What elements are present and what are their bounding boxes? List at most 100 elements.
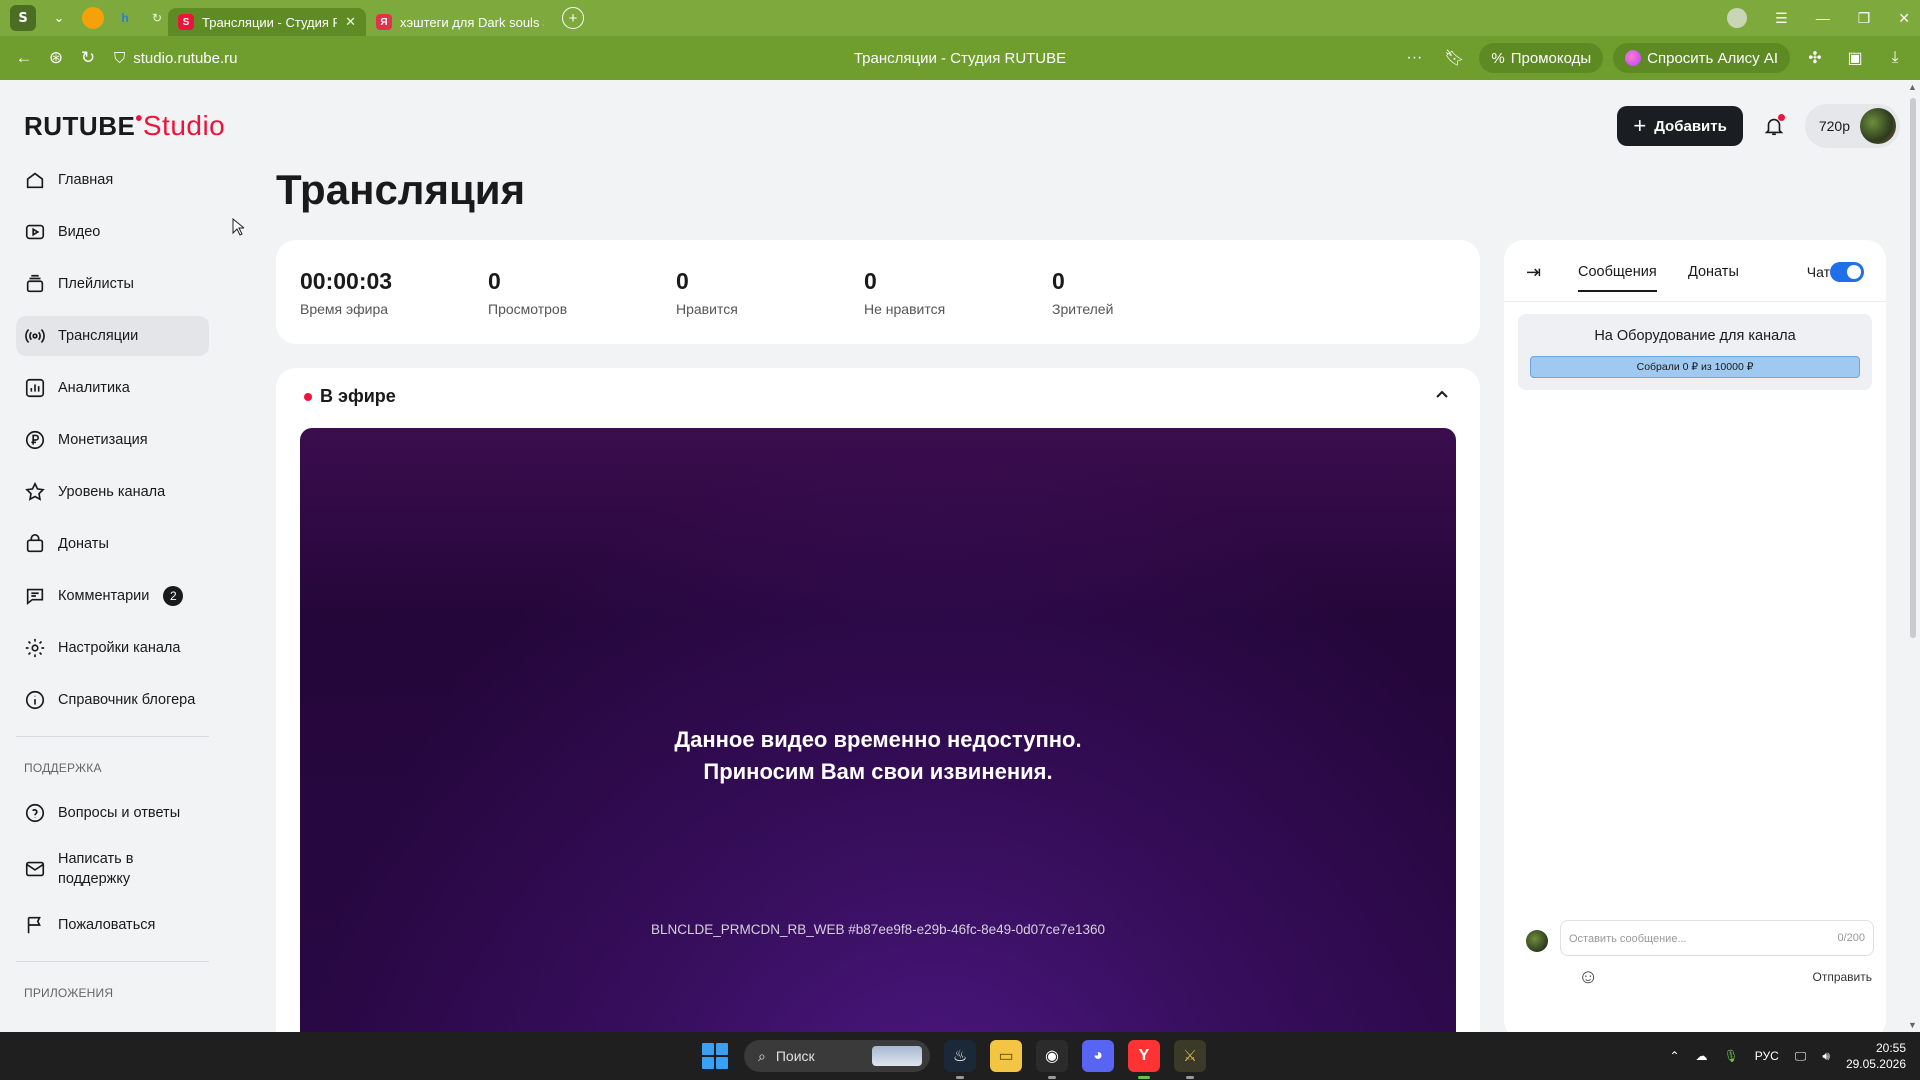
sidebar-item-home[interactable]: Главная [16,160,209,200]
steam-icon[interactable]: ♨ [944,1040,976,1079]
account-chip[interactable]: 720р [1804,104,1900,148]
windows-start-icon[interactable] [700,1041,730,1071]
collapse-chevron-up-icon[interactable] [1434,386,1450,407]
comments-count-badge: 2 [163,586,184,606]
bag-icon [26,534,44,553]
network-icon[interactable]: 🖵︎ [1795,1049,1807,1064]
send-button[interactable]: Отправить [1812,970,1872,984]
minimize-icon[interactable]: — [1816,10,1830,26]
reload-icon[interactable]: ↻ [72,48,104,68]
restore-icon[interactable]: ❐ [1858,10,1871,27]
sidebar-item-analytics[interactable]: Аналитика [16,368,209,408]
yandex-browser-icon[interactable]: Y [1128,1040,1160,1079]
tab-messages[interactable]: Сообщения [1578,264,1657,292]
percent-icon: % [1491,49,1505,67]
system-tray: ⌃ ☁ 🎙︎ РУС 🖵︎ 🔊︎ 20:55 29.05.2026 [1669,1032,1906,1080]
flag-icon [27,916,41,934]
tab-list-chevron-icon[interactable]: ⌄ [46,5,72,31]
scroll-down-arrow-icon[interactable]: ▼ [1908,1020,1917,1030]
game-icon[interactable]: ⚔ [1174,1040,1206,1079]
sidebar-item-channel-settings[interactable]: Настройки канала [16,628,209,668]
taskbar-search[interactable]: ⌕ Поиск [744,1040,930,1072]
file-explorer-icon[interactable]: ▭ [990,1040,1022,1072]
scroll-up-arrow-icon[interactable]: ▲ [1908,82,1917,92]
tab-dark-souls-hashtags[interactable]: Я хэштеги для Dark souls 3 [366,8,554,36]
rutube-studio-logo[interactable]: RUTUBE • Studio [24,108,226,142]
close-window-icon[interactable]: ✕ [1898,10,1910,27]
sidebar-item-report[interactable]: Пожаловаться [16,905,209,945]
sidebar-item-comments[interactable]: Комментарии 2 [16,576,209,616]
volume-icon[interactable]: 🔊︎ [1822,1049,1830,1064]
page-scrollbar[interactable]: ▲ ▼ [1906,80,1920,1032]
more-dots-icon[interactable]: ··· [1399,49,1429,67]
pinned-tab-h-icon[interactable]: h [114,7,136,29]
notifications-bell-icon[interactable] [1759,111,1789,141]
chat-toggle[interactable] [1830,262,1864,282]
sidebar-item-video[interactable]: Видео [16,212,209,252]
promo-codes-button[interactable]: % Промокоды [1479,43,1604,73]
discord-icon[interactable]: ◕ [1082,1040,1114,1072]
sidebar-item-monetization[interactable]: Монетизация [16,420,209,460]
new-tab-plus-icon[interactable]: + [562,7,584,29]
logo-product: Studio [142,110,226,141]
promo-label: Промокоды [1510,49,1592,67]
stat-value: 00:00:03 [300,268,393,294]
close-tab-icon[interactable]: ✕ [345,14,356,30]
pinned-tab-refresh-icon[interactable]: ↻ [146,7,168,29]
clock-time: 20:55 [1875,1041,1906,1055]
clock[interactable]: 20:55 29.05.2026 [1846,1040,1906,1072]
bookmark-icon[interactable]: 🔖︎ [1439,48,1469,68]
url-field[interactable]: ⛉ studio.rutube.ru [114,50,238,67]
stat-value: 0 [1052,268,1065,294]
stat-dislikes: 0 Не нравится [864,268,945,317]
tab-rutube-studio[interactable]: S Трансляции - Студия R ✕ [168,8,366,36]
language-indicator[interactable]: РУС [1755,1049,1779,1063]
browser-profile-icon[interactable]: S [10,5,36,31]
video-player[interactable]: Данное видео временно недоступно. Принос… [300,428,1456,1068]
tray-chevron-up-icon[interactable]: ⌃ [1669,1049,1679,1063]
tab-title: хэштеги для Dark souls 3 [400,14,544,30]
sidebar-item-playlists[interactable]: Плейлисты [16,264,209,304]
sidebar-item-label: Написать в поддержку [58,851,134,887]
tab-donations[interactable]: Донаты [1688,264,1739,280]
search-label: Поиск [775,1048,815,1064]
browser-tab-strip: S ⌄ h ↻ S Трансляции - Студия R ✕ Я хэшт… [0,0,1920,36]
broadcast-icon [25,329,45,343]
collections-icon[interactable]: ▣ [1840,48,1870,68]
sidebar-item-donations[interactable]: Донаты [16,524,209,564]
sidebar-item-label: Донаты [58,536,109,552]
sidebar-item-channel-level[interactable]: Уровень канала [16,472,209,512]
emoji-smile-icon[interactable]: ☺ [1578,966,1598,989]
sidebar-item-faq[interactable]: Вопросы и ответы [16,793,209,833]
sidebar-item-broadcasts[interactable]: Трансляции [16,316,209,356]
sidebar-item-label: Главная [58,172,114,188]
stream-stats-card: 00:00:03 Время эфира 0 Просмотров 0 Нрав… [276,240,1480,344]
add-button[interactable]: + Добавить [1617,106,1743,146]
ask-alice-button[interactable]: Спросить Алису AI [1613,43,1790,73]
tab-title: Трансляции - Студия R [202,14,338,30]
mouse-cursor-icon [232,218,244,236]
logo-dot: • [135,108,143,130]
balance-amount: 720р [1818,118,1850,134]
microphone-icon[interactable]: 🎙︎ [1724,1049,1739,1063]
stat-value: 0 [488,268,501,294]
back-arrow-icon[interactable]: ← [8,48,40,68]
extensions-icon[interactable]: ✣ [1800,48,1830,68]
sidebar-item-write-support[interactable]: Написать в поддержку [16,845,209,893]
cloud-icon[interactable]: ☁ [1696,1049,1708,1063]
scrollbar-thumb[interactable] [1910,98,1916,638]
obs-icon[interactable]: ◉ [1036,1040,1068,1079]
ruble-icon [25,430,45,450]
playlist-icon [26,274,44,293]
sidebar-item-blogger-guide[interactable]: Справочник блогера [16,680,209,720]
comment-icon [26,588,44,606]
toggle-knob [1847,265,1861,279]
collapse-panel-icon[interactable]: ⇥ [1526,262,1541,283]
protect-icon[interactable]: ⊛ [40,48,72,68]
char-counter: 0/200 [1837,932,1865,944]
menu-icon[interactable]: ☰ [1775,10,1788,27]
pinned-tab-icon[interactable] [82,7,104,29]
account-avatar-icon[interactable] [1727,8,1748,28]
chat-message-input[interactable]: Оставить сообщение... 0/200 [1560,920,1874,956]
download-icon[interactable]: ⤓ [1880,49,1910,67]
